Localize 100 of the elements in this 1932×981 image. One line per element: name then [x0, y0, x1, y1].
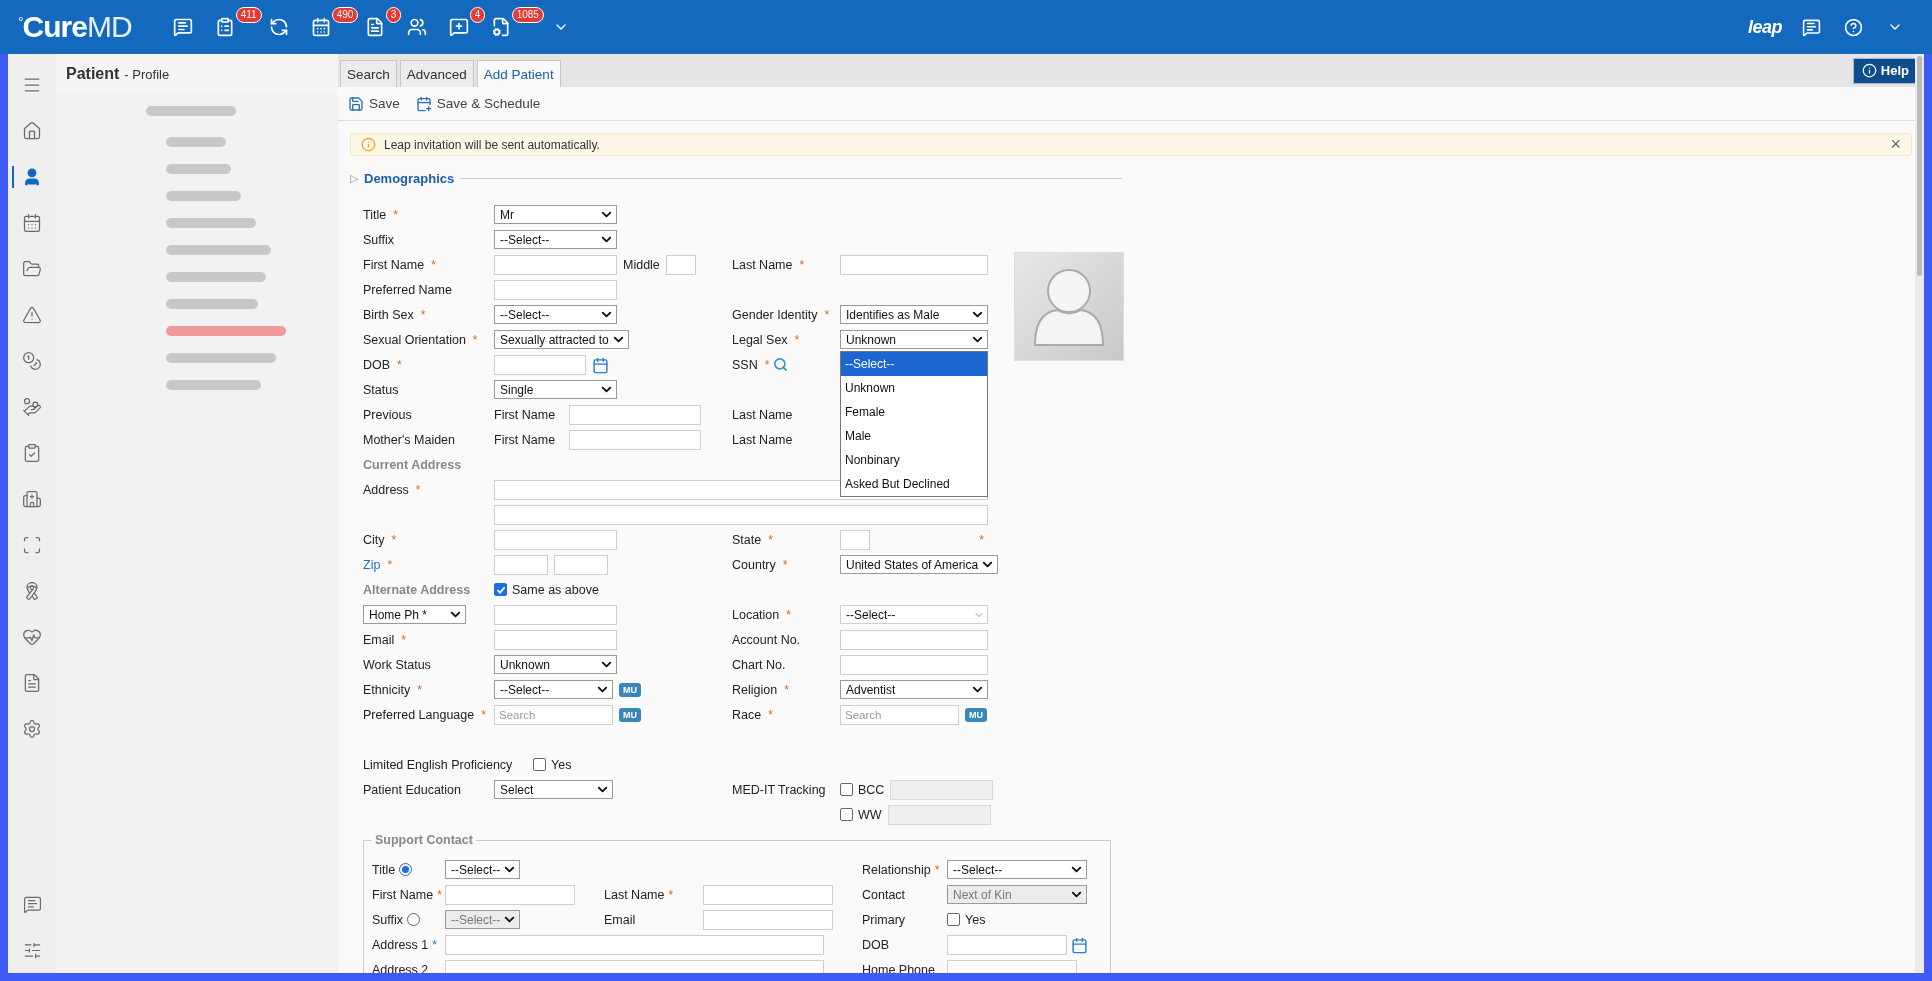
toolbar-button[interactable]: Save [348, 95, 400, 112]
required-mark: * [393, 207, 398, 222]
dropdown[interactable]: Home Ph * [363, 605, 466, 624]
count-badge: 4 [469, 7, 486, 23]
dropdown[interactable]: --Select-- [494, 680, 613, 699]
field-label: Preferred Language [363, 707, 475, 722]
required-mark: * [387, 557, 393, 572]
field-label: Primary [862, 912, 906, 927]
dropdown[interactable]: Mr [494, 205, 617, 224]
mu-tag[interactable]: MU [619, 682, 641, 697]
field-label: First Name [494, 432, 556, 447]
field-label: First Name [494, 407, 556, 422]
field-label: Chart No. [732, 657, 786, 672]
field-label: DOB [363, 357, 391, 372]
dropdown[interactable]: --Select-- [947, 860, 1087, 879]
brand-logo[interactable]: leap [1747, 16, 1782, 38]
field-label: Suffix [363, 232, 395, 247]
tab[interactable]: Search [340, 60, 397, 87]
section-label: Current Address [363, 457, 462, 472]
field-label: DOB [862, 937, 890, 952]
mu-tag[interactable]: MU [619, 707, 641, 722]
dropdown[interactable]: Single [494, 380, 617, 399]
checkbox-label: WW [858, 807, 882, 822]
field-label: Sexual Orientation [363, 332, 466, 347]
dropdown[interactable]: --Select-- [840, 605, 988, 624]
close-button[interactable]: × [1890, 134, 1901, 155]
required-mark: * [799, 257, 805, 272]
field-label: Ethnicity [363, 682, 411, 697]
alert-text: Leap invitation will be sent automatically. [384, 137, 600, 152]
required-mark: * [768, 707, 773, 722]
field-label: Address 1 [372, 937, 429, 952]
field-label: First Name [363, 257, 425, 272]
dropdown-option[interactable]: --Select-- [841, 352, 987, 376]
required-mark: * [934, 862, 940, 877]
panel-subtitle: - Profile [124, 66, 170, 82]
required-mark: * [420, 307, 426, 322]
panel-title: Support Contact [372, 833, 476, 847]
field-label: Email [363, 632, 395, 647]
dropdown[interactable]: Adventist [840, 680, 988, 699]
required-mark: * [794, 332, 800, 347]
field-label: Gender Identity [732, 307, 818, 322]
required-mark: * [431, 257, 436, 272]
field-label: City [363, 532, 385, 547]
expand-toggle[interactable]: ▷ [350, 172, 358, 185]
field-label: Title [372, 862, 396, 877]
required-mark: * [401, 632, 406, 647]
field-label: Legal Sex [732, 332, 788, 347]
field-label: Previous [363, 407, 412, 422]
field-label: Mother's Maiden [363, 432, 455, 447]
section-label: Alternate Address [363, 582, 471, 597]
field-link[interactable]: Zip [363, 557, 381, 572]
field-label: Last Name [604, 887, 665, 902]
field-label: Religion [732, 682, 778, 697]
required-mark: * [391, 532, 397, 547]
mu-tag[interactable]: MU [965, 707, 987, 722]
dropdown[interactable]: Select [494, 780, 613, 799]
count-badge: 490 [331, 7, 359, 23]
required-mark: * [768, 532, 773, 547]
field-label: Country [732, 557, 776, 572]
dropdown[interactable]: Sexually attracted to [494, 330, 629, 349]
field-label: Middle [623, 257, 660, 272]
dropdown[interactable]: --Select-- [494, 230, 617, 249]
field-label: Birth Sex [363, 307, 414, 322]
section-title: Demographics [364, 171, 455, 186]
dropdown[interactable]: United States of America [840, 555, 999, 574]
required-mark: * [437, 887, 442, 902]
help-button[interactable]: Help [1852, 57, 1918, 84]
field-label: Last Name [732, 407, 793, 422]
field-label: Address [363, 482, 409, 497]
field-label: Limited English Proficiency [363, 757, 513, 772]
tab[interactable]: Add Patient [476, 60, 561, 87]
checkbox-label: Yes [965, 912, 986, 927]
toolbar-button[interactable]: Save & Schedule [415, 95, 541, 112]
field-label: Contact [862, 887, 906, 902]
count-badge: 411 [235, 7, 262, 23]
count-badge: 3 [385, 7, 402, 23]
field-label: Last Name [732, 257, 793, 272]
dropdown[interactable]: Identifies as Male [840, 305, 988, 324]
required-mark: * [824, 307, 830, 322]
field-label: Title [363, 207, 387, 222]
dropdown[interactable]: --Select-- [445, 860, 521, 879]
field-label: Account No. [732, 632, 801, 647]
required-mark: * [782, 557, 788, 572]
required-mark: * [668, 887, 674, 902]
field-label: First Name [372, 887, 434, 902]
field-label: Location [732, 607, 780, 622]
field-label: Last Name [732, 432, 793, 447]
field-label: MED-IT Tracking [732, 782, 826, 797]
field-label: Race [732, 707, 762, 722]
required-mark: * [472, 332, 478, 347]
field-label: Status [363, 382, 399, 397]
field-label: Address 2 [372, 962, 429, 973]
dropdown[interactable]: Unknown [494, 655, 617, 674]
field-label: State [732, 532, 762, 547]
field-label: Preferred Name [363, 282, 452, 297]
dropdown[interactable]: --Select-- [494, 305, 617, 324]
checkbox-label: Yes [551, 757, 572, 772]
required-mark: * [415, 482, 421, 497]
tab[interactable]: Advanced [399, 60, 474, 87]
field-label: Home Phone [862, 962, 935, 973]
